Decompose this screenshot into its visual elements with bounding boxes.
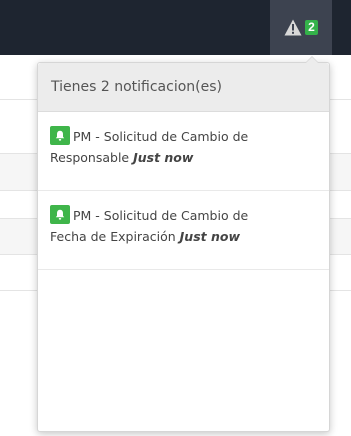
notification-subject: Fecha de Expiración xyxy=(50,229,176,244)
bell-icon xyxy=(50,126,70,145)
top-navbar: 2 xyxy=(0,0,351,55)
bell-icon xyxy=(50,205,70,224)
notification-item[interactable]: PM - Solicitud de Cambio de Responsable … xyxy=(38,112,329,191)
notification-item[interactable]: PM - Solicitud de Cambio de Fecha de Exp… xyxy=(38,191,329,270)
notification-count-badge: 2 xyxy=(305,20,318,35)
notifications-toggle[interactable]: 2 xyxy=(270,0,332,55)
notification-title: PM - Solicitud de Cambio de xyxy=(73,129,249,144)
notification-title: PM - Solicitud de Cambio de xyxy=(73,208,249,223)
notification-time: Just now xyxy=(179,229,240,244)
warning-triangle-icon xyxy=(284,19,302,36)
notification-subject: Responsable xyxy=(50,150,130,165)
dropdown-header: Tienes 2 notificacion(es) xyxy=(38,63,329,112)
notification-time: Just now xyxy=(133,150,194,165)
notifications-dropdown: Tienes 2 notificacion(es) PM - Solicitud… xyxy=(37,56,330,432)
